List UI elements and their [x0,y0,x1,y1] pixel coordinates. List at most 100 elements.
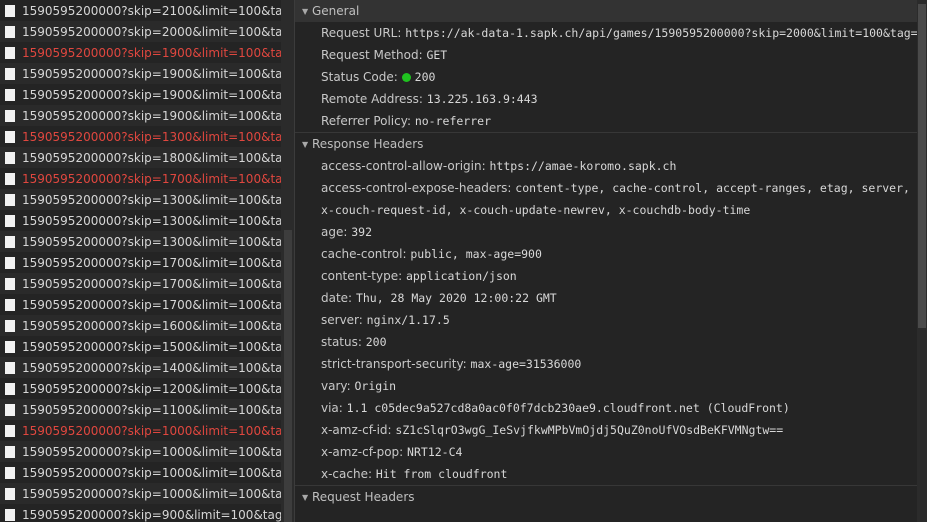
header-row: Remote Address: 13.225.163.9:443 [295,88,927,110]
header-value: sZ1cSlqrO3wgG_IeSvjfkwMPbVmOjdj5QuZ0noUf… [395,423,784,437]
request-list: 1590595200000?skip=2100&limit=100&tag= 15… [0,0,281,522]
document-icon [5,508,15,521]
section-request-headers-header[interactable]: ▼ Request Headers [295,486,927,508]
header-row: via: 1.1 c05dec9a527cd8a0ac0f0f7dcb230ae… [295,397,927,419]
request-row[interactable]: 1590595200000?skip=1000&limit=100&tag= [0,441,281,462]
request-row[interactable]: 1590595200000?skip=1000&limit=100&tag= [0,462,281,483]
document-icon [5,403,15,416]
request-row[interactable]: 1590595200000?skip=900&limit=100&tag= [0,504,281,522]
request-row[interactable]: 1590595200000?skip=1000&limit=100&tag= [0,420,281,441]
header-key: x-amz-cf-pop: [321,445,404,459]
document-icon [5,214,15,227]
header-key: age: [321,225,348,239]
request-row[interactable]: 1590595200000?skip=1500&limit=100&tag= [0,336,281,357]
header-value: 200 [365,335,387,349]
document-icon [5,424,15,437]
request-row[interactable]: 1590595200000?skip=1900&limit=100&tag= [0,63,281,84]
header-value: no-referrer [414,114,491,128]
header-key: Referrer Policy: [321,114,411,128]
request-row-label: 1590595200000?skip=1900&limit=100&tag= [22,66,281,81]
request-row-label: 1590595200000?skip=1200&limit=100&tag= [22,381,281,396]
section-general-header[interactable]: ▼ General [295,0,927,22]
header-key: content-type: [321,269,403,283]
request-row[interactable]: 1590595200000?skip=1400&limit=100&tag= [0,357,281,378]
request-list-scrollbar[interactable] [281,0,294,522]
header-value: public, max-age=900 [410,247,542,261]
request-row[interactable]: 1590595200000?skip=2100&limit=100&tag= [0,0,281,21]
request-row-label: 1590595200000?skip=1700&limit=100&tag= [22,171,281,186]
document-icon [5,130,15,143]
request-row[interactable]: 1590595200000?skip=1900&limit=100&tag= [0,84,281,105]
request-row[interactable]: 1590595200000?skip=1300&limit=100&tag= [0,231,281,252]
document-icon [5,487,15,500]
header-key: via: [321,401,343,415]
request-row-label: 1590595200000?skip=900&limit=100&tag= [22,507,281,522]
header-row: strict-transport-security: max-age=31536… [295,353,927,375]
request-row-label: 1590595200000?skip=1600&limit=100&tag= [22,318,281,333]
request-row-label: 1590595200000?skip=1000&limit=100&tag= [22,423,281,438]
header-key: Request URL: [321,26,402,40]
request-row-label: 1590595200000?skip=2000&limit=100&tag= [22,24,281,39]
header-row: x-amz-cf-id: sZ1cSlqrO3wgG_IeSvjfkwMPbVm… [295,419,927,441]
request-details-pane: ▼ General Request URL: https://ak-data-1… [295,0,927,522]
request-row[interactable]: 1590595200000?skip=1800&limit=100&tag= [0,147,281,168]
details-scrollbar[interactable] [917,0,927,522]
request-row-label: 1590595200000?skip=1300&limit=100&tag= [22,129,281,144]
request-row[interactable]: 1590595200000?skip=1200&limit=100&tag= [0,378,281,399]
request-row[interactable]: 1590595200000?skip=1700&limit=100&tag= [0,273,281,294]
header-key: cache-control: [321,247,407,261]
request-row-label: 1590595200000?skip=1700&limit=100&tag= [22,255,281,270]
request-row[interactable]: 1590595200000?skip=1300&limit=100&tag= [0,126,281,147]
header-value: https://ak-data-1.sapk.ch/api/games/1590… [405,26,918,40]
header-row: date: Thu, 28 May 2020 12:00:22 GMT [295,287,927,309]
document-icon [5,466,15,479]
header-key: Request Method: [321,48,423,62]
request-row-label: 1590595200000?skip=1100&limit=100&tag= [22,402,281,417]
request-row[interactable]: 1590595200000?skip=1900&limit=100&tag= [0,105,281,126]
request-row[interactable]: 1590595200000?skip=1700&limit=100&tag= [0,294,281,315]
request-row[interactable]: 1590595200000?skip=1000&limit=100&tag= [0,483,281,504]
collapse-triangle-icon: ▼ [302,492,309,502]
header-row: access-control-allow-origin: https://ama… [295,155,927,177]
request-row-label: 1590595200000?skip=1500&limit=100&tag= [22,339,281,354]
request-row[interactable]: 1590595200000?skip=1700&limit=100&tag= [0,168,281,189]
status-ok-icon [401,73,411,82]
request-row[interactable]: 1590595200000?skip=2000&limit=100&tag= [0,21,281,42]
section-response-headers-title: Response Headers [312,137,424,151]
request-row[interactable]: 1590595200000?skip=1700&limit=100&tag= [0,252,281,273]
document-icon [5,277,15,290]
document-icon [5,340,15,353]
section-general-title: General [312,4,360,18]
request-row-label: 1590595200000?skip=1300&limit=100&tag= [22,234,281,249]
document-icon [5,151,15,164]
request-row[interactable]: 1590595200000?skip=1300&limit=100&tag= [0,210,281,231]
header-value: 392 [351,225,373,239]
header-value: nginx/1.17.5 [366,313,450,327]
request-row[interactable]: 1590595200000?skip=1100&limit=100&tag= [0,399,281,420]
request-row[interactable]: 1590595200000?skip=1300&limit=100&tag= [0,189,281,210]
request-row[interactable]: 1590595200000?skip=1600&limit=100&tag= [0,315,281,336]
section-response-headers-header[interactable]: ▼ Response Headers [295,133,927,155]
header-value: Origin [354,379,397,393]
details-scroll-thumb[interactable] [918,4,926,328]
request-row-label: 1590595200000?skip=1800&limit=100&tag= [22,150,281,165]
document-icon [5,67,15,80]
document-icon [5,25,15,38]
document-icon [5,88,15,101]
header-key: access-control-expose-headers: [321,181,512,195]
header-key: date: [321,291,353,305]
request-row[interactable]: 1590595200000?skip=1900&limit=100&tag= [0,42,281,63]
section-request-headers-title: Request Headers [312,490,415,504]
header-row: age: 392 [295,221,927,243]
header-row: access-control-expose-headers: content-t… [295,177,927,221]
request-row-label: 1590595200000?skip=1900&limit=100&tag= [22,108,281,123]
header-row: Referrer Policy: no-referrer [295,110,927,132]
document-icon [5,193,15,206]
header-row: vary: Origin [295,375,927,397]
header-value: NRT12-C4 [407,445,463,459]
request-row-label: 1590595200000?skip=1300&limit=100&tag= [22,213,281,228]
header-key: vary: [321,379,351,393]
request-row-label: 1590595200000?skip=1400&limit=100&tag= [22,360,281,375]
header-row: x-cache: Hit from cloudfront [295,463,927,485]
request-list-scroll-thumb[interactable] [284,230,292,522]
